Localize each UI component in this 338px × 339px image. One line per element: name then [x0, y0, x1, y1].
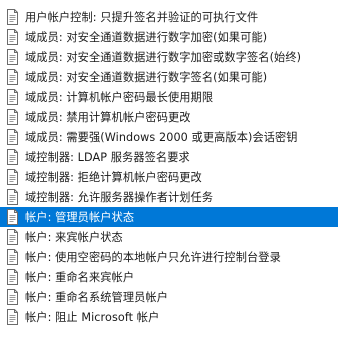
policy-label: 域成员: 对安全通道数据进行数字加密或数字签名(始终) [25, 51, 302, 64]
policy-row[interactable]: 域控制器: LDAP 服务器签名要求 [0, 147, 338, 167]
policy-row[interactable]: 帐户: 管理员帐户状态 [0, 207, 338, 227]
policy-label: 帐户: 管理员帐户状态 [25, 211, 135, 224]
policy-document-icon [7, 69, 18, 85]
policy-label: 用户帐户控制: 只提升签名并验证的可执行文件 [25, 11, 259, 24]
policy-label: 域控制器: 允许服务器操作者计划任务 [25, 191, 214, 204]
policy-document-icon [7, 29, 18, 45]
policy-row[interactable]: 域成员: 计算机帐户密码最长使用期限 [0, 87, 338, 107]
policy-document-icon [7, 309, 18, 325]
policy-document-icon [7, 229, 18, 245]
policy-row[interactable]: 域成员: 对安全通道数据进行数字加密(如果可能) [0, 27, 338, 47]
policy-document-icon [7, 149, 18, 165]
policy-row[interactable]: 帐户: 使用空密码的本地帐户只允许进行控制台登录 [0, 247, 338, 267]
policy-document-icon [7, 269, 18, 285]
policy-row[interactable]: 帐户: 来宾帐户状态 [0, 227, 338, 247]
policy-document-icon [7, 9, 18, 25]
policy-document-icon [7, 209, 18, 225]
policy-label: 域成员: 禁用计算机帐户密码更改 [25, 111, 191, 124]
policy-row[interactable]: 用户帐户控制: 只提升签名并验证的可执行文件 [0, 7, 338, 27]
security-policy-list: 用户帐户控制: 只提升签名并验证的可执行文件 域成员: 对安全通道数据进行数字加密… [0, 0, 338, 339]
policy-label: 域控制器: 拒绝计算机帐户密码更改 [25, 171, 202, 184]
policy-row[interactable]: 帐户: 重命名来宾帐户 [0, 267, 338, 287]
policy-document-icon [7, 169, 18, 185]
policy-label: 帐户: 阻止 Microsoft 帐户 [25, 311, 160, 324]
policy-row[interactable]: 域控制器: 允许服务器操作者计划任务 [0, 187, 338, 207]
policy-label: 域控制器: LDAP 服务器签名要求 [25, 151, 190, 164]
policy-row[interactable]: 域控制器: 拒绝计算机帐户密码更改 [0, 167, 338, 187]
policy-label: 域成员: 计算机帐户密码最长使用期限 [25, 91, 214, 104]
policy-label: 域成员: 对安全通道数据进行数字签名(如果可能) [25, 71, 268, 84]
policy-document-icon [7, 89, 18, 105]
policy-label: 域成员: 需要强(Windows 2000 或更高版本)会话密钥 [25, 131, 298, 144]
policy-document-icon [7, 289, 18, 305]
policy-row[interactable]: 域成员: 需要强(Windows 2000 或更高版本)会话密钥 [0, 127, 338, 147]
policy-document-icon [7, 129, 18, 145]
policy-label: 帐户: 来宾帐户状态 [25, 231, 123, 244]
policy-row[interactable]: 域成员: 禁用计算机帐户密码更改 [0, 107, 338, 127]
policy-document-icon [7, 189, 18, 205]
policy-row[interactable]: 帐户: 重命名系统管理员帐户 [0, 287, 338, 307]
policy-row[interactable]: 域成员: 对安全通道数据进行数字签名(如果可能) [0, 67, 338, 87]
policy-document-icon [7, 49, 18, 65]
policy-row[interactable]: 帐户: 阻止 Microsoft 帐户 [0, 307, 338, 327]
policy-document-icon [7, 249, 18, 265]
policy-document-icon [7, 109, 18, 125]
policy-label: 域成员: 对安全通道数据进行数字加密(如果可能) [25, 31, 268, 44]
policy-label: 帐户: 使用空密码的本地帐户只允许进行控制台登录 [25, 251, 281, 264]
policy-label: 帐户: 重命名来宾帐户 [25, 271, 135, 284]
policy-row[interactable]: 域成员: 对安全通道数据进行数字加密或数字签名(始终) [0, 47, 338, 67]
policy-label: 帐户: 重命名系统管理员帐户 [25, 291, 168, 304]
